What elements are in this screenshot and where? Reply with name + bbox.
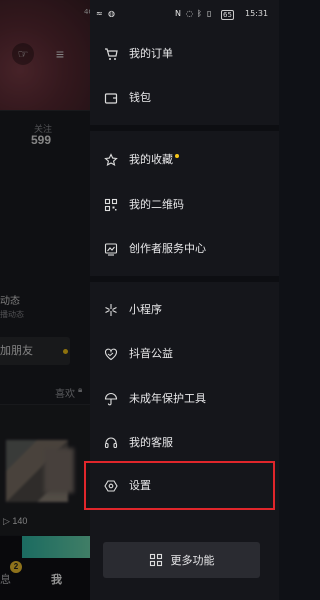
menu-item-qrcode[interactable]: 我的二维码	[104, 195, 184, 215]
settings-highlight-box	[84, 461, 275, 510]
qrcode-icon	[104, 198, 118, 212]
nfc-icon: N	[175, 9, 181, 18]
wifi-icon: ≈	[96, 9, 103, 18]
following-count[interactable]: 599	[31, 133, 51, 147]
umbrella-icon	[104, 392, 118, 406]
lock-icon: 🔒︎	[78, 385, 83, 394]
promo-banner[interactable]	[22, 536, 90, 558]
status-bar-left: 4G	[0, 0, 90, 26]
grid-icon	[149, 553, 163, 567]
new-indicator-dot	[175, 154, 179, 158]
menu-item-favorites[interactable]: 我的收藏	[104, 150, 179, 170]
chat-icon: ◍	[108, 9, 115, 18]
menu-item-charity[interactable]: 抖音公益	[104, 344, 173, 364]
messages-badge: 2	[10, 561, 22, 573]
hamburger-menu-icon[interactable]: ≡	[50, 44, 70, 64]
more-functions-button[interactable]: 更多功能	[103, 542, 260, 578]
menu-item-label: 我的客服	[129, 437, 173, 449]
mute-icon: ◌	[186, 9, 193, 18]
miniprogram-icon	[104, 303, 118, 317]
hand-point-icon[interactable]: ☞	[12, 43, 34, 65]
divider	[0, 110, 90, 111]
nav-me[interactable]: 我	[51, 571, 62, 587]
menu-item-orders[interactable]: 我的订单	[104, 44, 173, 64]
play-count-value: 140	[12, 516, 28, 526]
status-bar-right: ≈ ◍ N ◌ ᛒ ▯ 65 15:31	[90, 0, 279, 26]
menu-item-label: 小程序	[129, 304, 162, 316]
section-divider	[90, 276, 279, 282]
menu-item-label: 我的收藏	[129, 154, 173, 166]
wallet-icon	[104, 91, 118, 105]
cart-icon	[104, 47, 118, 61]
menu-item-label: 钱包	[129, 92, 151, 104]
section-divider	[90, 125, 279, 131]
menu-item-miniprogram[interactable]: 小程序	[104, 300, 162, 320]
thumbnail-image-detail	[44, 448, 74, 493]
profile-page-background: 4G ☞ ≡ 关注 599 动态 播动态 加朋友 喜欢 🔒︎ ▷ 140 2 息…	[0, 0, 90, 600]
menu-item-label: 抖音公益	[129, 348, 173, 360]
dynamics-title: 动态	[0, 296, 20, 307]
charity-heart-icon	[104, 347, 118, 361]
menu-item-label: 我的二维码	[129, 199, 184, 211]
creator-chart-icon	[104, 242, 118, 256]
side-drawer: ≈ ◍ N ◌ ᛒ ▯ 65 15:31 我的订单 钱包 我的收藏 我的二维码	[90, 0, 279, 600]
battery-icon: 65	[221, 10, 234, 20]
menu-item-minor-protection[interactable]: 未成年保护工具	[104, 389, 206, 409]
menu-item-label: 未成年保护工具	[129, 393, 206, 405]
clock: 15:31	[245, 9, 269, 18]
menu-item-label: 创作者服务中心	[129, 243, 206, 255]
tab-likes[interactable]: 喜欢	[55, 385, 75, 400]
more-functions-label: 更多功能	[170, 555, 215, 567]
menu-item-label: 我的订单	[129, 48, 173, 60]
headset-icon	[104, 436, 118, 450]
play-count: ▷ 140	[3, 516, 28, 526]
nav-messages[interactable]: 息	[0, 571, 11, 587]
notification-dot	[63, 349, 68, 354]
vibrate-icon: ▯	[207, 9, 212, 18]
star-icon	[104, 153, 118, 167]
bluetooth-icon: ᛒ	[197, 9, 202, 18]
add-friends-button[interactable]: 加朋友	[0, 337, 70, 365]
menu-item-customer-service[interactable]: 我的客服	[104, 433, 173, 453]
menu-item-creator-center[interactable]: 创作者服务中心	[104, 239, 206, 259]
dynamics-subtitle: 播动态	[0, 310, 24, 319]
menu-item-wallet[interactable]: 钱包	[104, 88, 151, 108]
